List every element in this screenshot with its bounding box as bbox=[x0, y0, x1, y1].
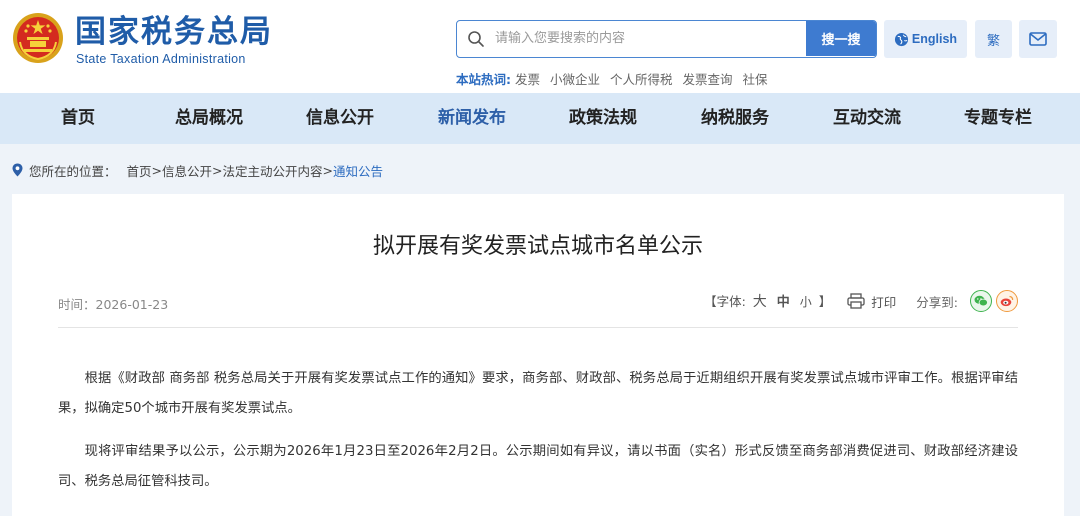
national-emblem-logo[interactable] bbox=[12, 12, 64, 64]
breadcrumb-link[interactable]: 首页 bbox=[127, 161, 152, 180]
hotword-link[interactable]: 发票查询 bbox=[682, 72, 732, 87]
breadcrumb: 您所在的位置： 首页 > 信息公开 > 法定主动公开内容 > 通知公告 bbox=[12, 160, 383, 180]
mail-icon bbox=[1029, 32, 1047, 46]
hotword-link[interactable]: 个人所得税 bbox=[610, 72, 673, 87]
nav-item-tax-service[interactable]: 纳税服务 bbox=[701, 93, 769, 144]
article-meta: 时间：2026-01-23 【字体: 大 中 小 】 打印 分享到: bbox=[58, 290, 1018, 328]
breadcrumb-label: 您所在的位置： bbox=[29, 163, 117, 179]
wechat-share-button[interactable] bbox=[970, 290, 992, 312]
search-icon bbox=[468, 31, 484, 47]
article-paragraph: 现将评审结果予以公示，公示期为2026年1月23日至2026年2月2日。公示期间… bbox=[58, 444, 1018, 489]
nav-item-overview[interactable]: 总局概况 bbox=[175, 93, 243, 144]
site-name[interactable]: 国家税务总局 bbox=[75, 14, 273, 50]
english-version-button[interactable]: English bbox=[884, 20, 967, 58]
font-size-large-button[interactable]: 大 bbox=[753, 294, 767, 310]
nav-item-info-disclosure[interactable]: 信息公开 bbox=[306, 93, 374, 144]
nav-item-news[interactable]: 新闻发布 bbox=[438, 93, 506, 144]
weibo-share-button[interactable] bbox=[996, 290, 1018, 312]
print-button[interactable]: 打印 bbox=[847, 292, 896, 311]
breadcrumb-link[interactable]: 信息公开 bbox=[162, 161, 212, 180]
english-label: English bbox=[911, 32, 958, 46]
hotword-link[interactable]: 社保 bbox=[742, 72, 767, 87]
hotwords-bar: 本站热词: 发票 小微企业 个人所得税 发票查询 社保 bbox=[456, 69, 774, 88]
breadcrumb-current[interactable]: 通知公告 bbox=[333, 161, 383, 180]
printer-icon bbox=[847, 293, 865, 309]
font-size-open: 【字体: bbox=[704, 294, 746, 309]
article-tools: 【字体: 大 中 小 】 打印 分享到: bbox=[704, 290, 1018, 312]
nav-item-interaction[interactable]: 互动交流 bbox=[833, 93, 901, 144]
nav-item-home[interactable]: 首页 bbox=[61, 93, 95, 144]
traditional-label: 繁 bbox=[986, 33, 1000, 49]
site-name-english: State Taxation Administration bbox=[76, 52, 246, 66]
article-panel: 拟开展有奖发票试点城市名单公示 时间：2026-01-23 【字体: 大 中 小… bbox=[12, 194, 1064, 516]
breadcrumb-separator: > bbox=[212, 162, 223, 178]
breadcrumb-link[interactable]: 法定主动公开内容 bbox=[223, 161, 323, 180]
site-header: 国家税务总局 State Taxation Administration 搜一搜… bbox=[0, 0, 1080, 93]
article-paragraph: 根据《财政部 商务部 税务总局关于开展有奖发票试点工作的通知》要求，商务部、财政… bbox=[58, 371, 1018, 416]
weibo-icon bbox=[1000, 295, 1014, 307]
search-input[interactable] bbox=[495, 21, 805, 56]
search-button[interactable]: 搜一搜 bbox=[806, 21, 876, 56]
main-nav: 首页 总局概况 信息公开 新闻发布 政策法规 纳税服务 互动交流 专题专栏 bbox=[0, 93, 1080, 144]
hotwords-label: 本站热词: bbox=[456, 72, 511, 87]
wechat-icon bbox=[974, 295, 988, 307]
hotword-link[interactable]: 小微企业 bbox=[550, 72, 600, 87]
nav-item-policy[interactable]: 政策法规 bbox=[569, 93, 637, 144]
breadcrumb-separator: > bbox=[151, 162, 163, 178]
search-box: 搜一搜 bbox=[456, 20, 877, 58]
publish-time: 时间：2026-01-23 bbox=[58, 294, 168, 313]
mail-button[interactable] bbox=[1019, 20, 1057, 58]
font-size-control: 【字体: 大 中 小 】 bbox=[704, 291, 831, 311]
font-size-close: 】 bbox=[818, 294, 832, 309]
breadcrumb-separator: > bbox=[322, 162, 334, 178]
time-label: 时间： bbox=[58, 297, 96, 312]
hotword-link[interactable]: 发票 bbox=[515, 72, 540, 87]
font-size-small-button[interactable]: 小 bbox=[800, 295, 812, 309]
globe-icon bbox=[894, 32, 908, 46]
traditional-chinese-button[interactable]: 繁 bbox=[975, 20, 1012, 58]
publish-date: 2026-01-23 bbox=[95, 297, 169, 312]
article-title: 拟开展有奖发票试点城市名单公示 bbox=[372, 234, 703, 259]
font-size-medium-button[interactable]: 中 bbox=[777, 295, 790, 310]
print-label: 打印 bbox=[871, 294, 897, 310]
share-label: 分享到: bbox=[916, 294, 958, 310]
location-pin-icon bbox=[12, 163, 23, 177]
nav-item-special-topics[interactable]: 专题专栏 bbox=[964, 93, 1032, 144]
